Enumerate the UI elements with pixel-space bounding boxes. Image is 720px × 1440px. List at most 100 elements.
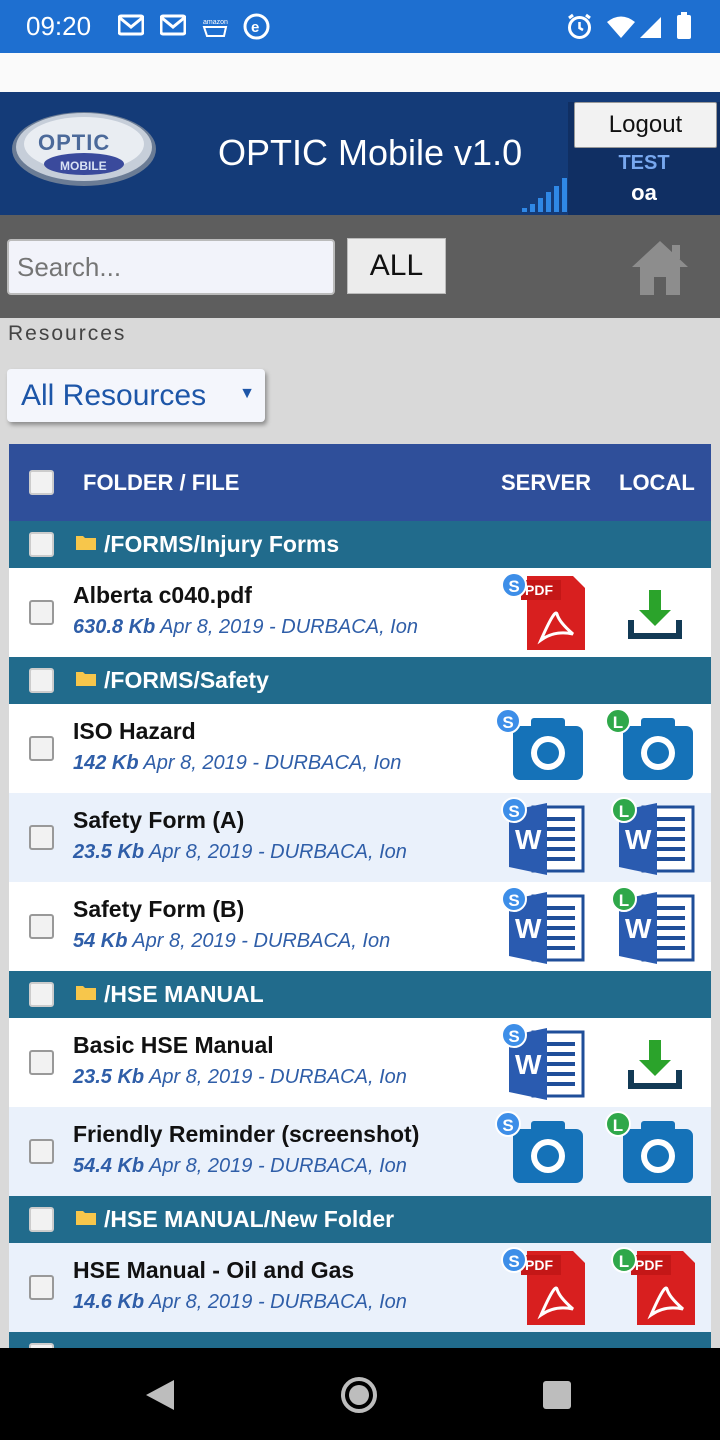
server-status[interactable]: PDF S	[495, 572, 591, 654]
file-checkbox[interactable]	[29, 1050, 54, 1075]
folder-checkbox[interactable]	[29, 668, 54, 693]
folder-icon	[76, 536, 96, 550]
file-name: Safety Form (A)	[73, 807, 245, 833]
svg-text:W: W	[515, 1049, 542, 1080]
resources-label: Resources	[8, 322, 127, 345]
server-status[interactable]: W S	[495, 1022, 591, 1104]
optic-logo: OPTIC MOBILE	[12, 112, 156, 186]
recents-icon[interactable]	[542, 1380, 572, 1410]
server-status[interactable]: PDF S	[495, 1247, 591, 1329]
folder-icon	[76, 986, 96, 1000]
svg-text:PDF: PDF	[635, 1257, 663, 1273]
wifi-icon	[607, 16, 635, 38]
file-info: Apr 8, 2019 - DURBACA, Ion	[148, 1291, 407, 1313]
file-size: 630.8 Kb	[73, 616, 156, 638]
folder-checkbox[interactable]	[29, 1207, 54, 1232]
select-all-checkbox[interactable]	[29, 470, 54, 495]
android-nav-bar	[0, 1348, 720, 1440]
file-row[interactable]: HSE Manual - Oil and Gas 14.6 Kb Apr 8, …	[9, 1243, 711, 1332]
logout-button[interactable]: Logout	[574, 102, 717, 148]
svg-text:amazon: amazon	[203, 19, 228, 26]
folder-row[interactable]	[9, 1332, 711, 1348]
all-button[interactable]: ALL	[347, 238, 446, 294]
svg-text:PDF: PDF	[525, 582, 553, 598]
file-info: Apr 8, 2019 - DURBACA, Ion	[148, 1066, 407, 1088]
server-badge: S	[501, 797, 527, 823]
local-status[interactable]	[605, 572, 701, 654]
server-status[interactable]: W S	[495, 797, 591, 879]
pdf-icon: PDF	[521, 576, 585, 650]
resources-dropdown[interactable]: All Resources ▼	[7, 369, 265, 422]
file-checkbox[interactable]	[29, 600, 54, 625]
file-info: Apr 8, 2019 - DURBACA, Ion	[148, 1155, 407, 1177]
svg-text:W: W	[625, 913, 652, 944]
back-icon[interactable]	[144, 1378, 176, 1412]
gmail-icon	[118, 14, 144, 36]
local-status[interactable]: L	[605, 1111, 701, 1193]
folder-name: /HSE MANUAL	[104, 981, 264, 1007]
file-meta: 54.4 Kb Apr 8, 2019 - DURBACA, Ion	[73, 1155, 407, 1178]
folder-checkbox[interactable]	[29, 982, 54, 1007]
local-status[interactable]: PDF L	[605, 1247, 701, 1329]
folder-name: /FORMS/Safety	[104, 667, 269, 693]
file-meta: 23.5 Kb Apr 8, 2019 - DURBACA, Ion	[73, 1066, 407, 1089]
file-checkbox[interactable]	[29, 1275, 54, 1300]
local-status[interactable]: W L	[605, 886, 701, 968]
local-badge: L	[605, 1111, 631, 1137]
server-status[interactable]: W S	[495, 886, 591, 968]
file-name: Safety Form (B)	[73, 896, 245, 922]
file-meta: 630.8 Kb Apr 8, 2019 - DURBACA, Ion	[73, 616, 418, 639]
pdf-icon: PDF	[631, 1251, 695, 1325]
file-meta: 54 Kb Apr 8, 2019 - DURBACA, Ion	[73, 930, 390, 953]
file-row[interactable]: Safety Form (B) 54 Kb Apr 8, 2019 - DURB…	[9, 882, 711, 971]
home-icon[interactable]	[630, 237, 690, 297]
server-status[interactable]: S	[495, 708, 591, 790]
resources-table: FOLDER / FILE SERVER LOCAL /FORMS/Injury…	[9, 444, 711, 1348]
server-badge: S	[501, 1247, 527, 1273]
camera-icon	[623, 718, 693, 780]
file-name: Basic HSE Manual	[73, 1032, 274, 1058]
svg-text:PDF: PDF	[525, 1257, 553, 1273]
folder-row[interactable]: /FORMS/Safety	[9, 657, 711, 704]
local-badge: L	[611, 797, 637, 823]
file-info: Apr 8, 2019 - DURBACA, Ion	[148, 841, 407, 863]
dropdown-arrow-icon: ▼	[239, 385, 255, 402]
file-row[interactable]: Friendly Reminder (screenshot) 54.4 Kb A…	[9, 1107, 711, 1196]
user-environment: TEST	[618, 152, 670, 174]
file-name: Friendly Reminder (screenshot)	[73, 1121, 420, 1147]
file-name: Alberta c040.pdf	[73, 582, 252, 608]
file-size: 54.4 Kb	[73, 1155, 145, 1177]
file-meta: 142 Kb Apr 8, 2019 - DURBACA, Ion	[73, 752, 401, 775]
local-status[interactable]: W L	[605, 797, 701, 879]
server-status[interactable]: S	[495, 1111, 591, 1193]
battery-icon	[677, 12, 691, 39]
folder-checkbox[interactable]	[29, 532, 54, 557]
file-row[interactable]: ISO Hazard 142 Kb Apr 8, 2019 - DURBACA,…	[9, 704, 711, 793]
folder-icon	[76, 1211, 96, 1225]
file-row[interactable]: Safety Form (A) 23.5 Kb Apr 8, 2019 - DU…	[9, 793, 711, 882]
local-badge: L	[611, 1247, 637, 1273]
folder-row[interactable]: /HSE MANUAL	[9, 971, 711, 1018]
server-badge: S	[501, 886, 527, 912]
file-row[interactable]: Alberta c040.pdf 630.8 Kb Apr 8, 2019 - …	[9, 568, 711, 657]
folder-row[interactable]: /FORMS/Injury Forms	[9, 521, 711, 568]
file-row[interactable]: Basic HSE Manual 23.5 Kb Apr 8, 2019 - D…	[9, 1018, 711, 1107]
user-name: oa	[631, 180, 657, 205]
file-checkbox[interactable]	[29, 1139, 54, 1164]
local-status[interactable]	[605, 1022, 701, 1104]
file-checkbox[interactable]	[29, 825, 54, 850]
amazon-icon: amazon	[202, 19, 228, 37]
file-name: ISO Hazard	[73, 718, 196, 744]
download-icon	[628, 590, 682, 639]
file-size: 142 Kb	[73, 752, 139, 774]
folder-row[interactable]: /HSE MANUAL/New Folder	[9, 1196, 711, 1243]
header-folder-file: FOLDER / FILE	[83, 470, 240, 495]
home-nav-icon[interactable]	[340, 1376, 378, 1414]
camera-icon	[623, 1121, 693, 1183]
file-checkbox[interactable]	[29, 736, 54, 761]
local-status[interactable]: L	[605, 708, 701, 790]
file-checkbox[interactable]	[29, 914, 54, 939]
local-badge: L	[611, 886, 637, 912]
signal-icon	[640, 17, 661, 38]
search-input[interactable]	[7, 239, 335, 295]
